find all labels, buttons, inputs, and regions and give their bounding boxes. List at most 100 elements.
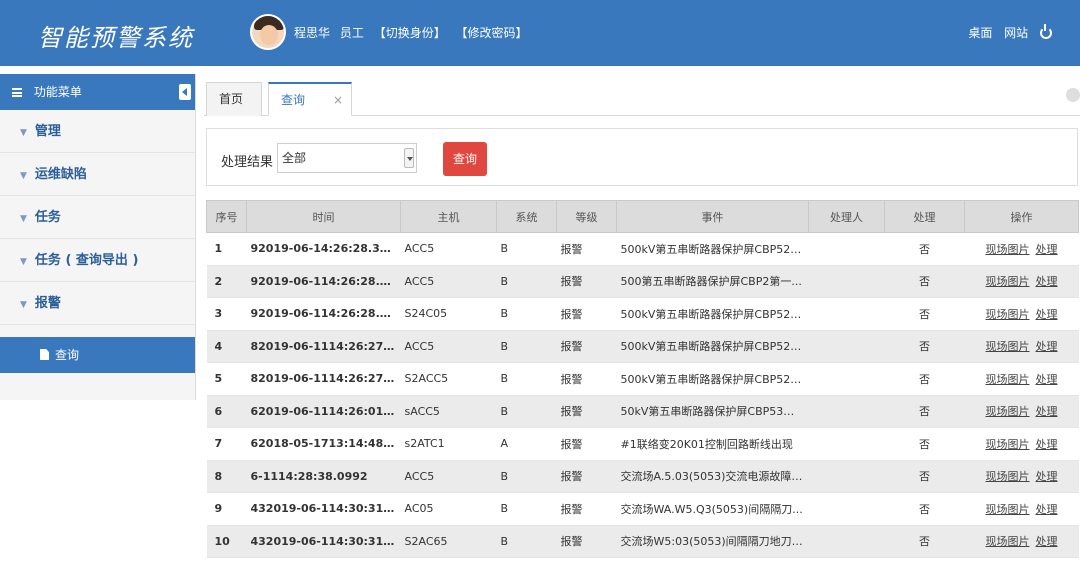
caret-down-icon: ▼ (20, 300, 27, 310)
row-time: 82019-06-1114:26:27.9... (246, 330, 401, 363)
handle-link[interactable]: 处理 (1036, 503, 1058, 516)
app-logo: 智能预警系统 (38, 24, 194, 52)
table-row[interactable]: 2 92019-06-114:26:28.38... ACC5 B 报警 500第五串断路… (206, 265, 1079, 298)
row-event: 500kV第五串断路器保护屏CBP52第... (616, 297, 809, 331)
sidebar-item-label: 运维缺陷 (34, 167, 87, 182)
tab-query[interactable]: 查询 × (268, 82, 352, 116)
site-photo-link[interactable]: 现场图片 (986, 438, 1030, 451)
table-row[interactable]: 6 62019-06-1114:26:01.7... sACC5 B 报警 50kV第五串… (206, 395, 1079, 428)
handle-link[interactable]: 处理 (1036, 340, 1058, 353)
column-header[interactable]: 处理人 (808, 200, 885, 233)
row-number: 4 (206, 330, 247, 363)
sidebar-item-maintenance-defects[interactable]: ▼ 运维缺陷 (0, 153, 195, 196)
site-photo-link[interactable]: 现场图片 (986, 503, 1030, 516)
tab-scroll-button[interactable] (1066, 88, 1080, 102)
sidebar-subitem-label: 查询 (55, 348, 80, 362)
row-number: 6 (206, 395, 247, 428)
tab-label: 首页 (219, 92, 244, 106)
row-system: B (496, 362, 557, 396)
website-link[interactable]: 网站 (1004, 26, 1028, 40)
sidebar-subitem-query[interactable]: 查询 (0, 337, 195, 373)
handle-link[interactable]: 处理 (1036, 373, 1058, 386)
close-icon[interactable]: × (333, 84, 343, 116)
column-header[interactable]: 时间 (246, 200, 401, 233)
table-row[interactable]: 5 82019-06-1114:26:27.9... S2ACC5 B 报警 500kV第… (206, 362, 1079, 396)
tab-home[interactable]: 首页 (206, 82, 262, 116)
row-host: s2ATC1 (400, 427, 497, 461)
row-system: B (496, 460, 557, 493)
column-header[interactable]: 操作 (964, 200, 1079, 233)
site-photo-link[interactable]: 现场图片 (986, 275, 1030, 288)
handle-link[interactable]: 处理 (1036, 438, 1058, 451)
handle-link[interactable]: 处理 (1036, 470, 1058, 483)
row-handler (808, 460, 885, 493)
filter-panel: 处理结果 全部 查询 (206, 128, 1078, 186)
row-handler (808, 297, 885, 331)
table-row[interactable]: 1 92019-06-14:26:28.382... ACC5 B 报警 500kV第五串… (206, 232, 1079, 266)
document-icon (40, 349, 49, 360)
row-system: B (496, 265, 557, 298)
row-handler (808, 525, 885, 558)
site-photo-link[interactable]: 现场图片 (986, 340, 1030, 353)
row-operations: 现场图片 处理 (964, 330, 1079, 363)
site-photo-link[interactable]: 现场图片 (986, 535, 1030, 548)
sidebar-item-tasks-export[interactable]: ▼ 任务 ( 查询导出 ) (0, 239, 195, 282)
tab-label: 查询 (281, 93, 306, 107)
table-row[interactable]: 4 82019-06-1114:26:27.9... ACC5 B 报警 500kV第五串… (206, 330, 1079, 363)
sidebar-item-tasks[interactable]: ▼ 任务 (0, 196, 195, 239)
handle-link[interactable]: 处理 (1036, 243, 1058, 256)
row-event: 交流场A.5.03(5053)交流电源故障出... (616, 460, 809, 493)
row-operations: 现场图片 处理 (964, 525, 1079, 558)
row-system: B (496, 492, 557, 526)
query-button[interactable]: 查询 (443, 142, 487, 176)
column-header[interactable]: 系统 (496, 200, 557, 233)
table-row[interactable]: 3 92019-06-114:26:28.382 S24C05 B 报警 500kV第五串… (206, 297, 1079, 331)
sidebar-item-label: 任务 (34, 210, 61, 225)
row-operations: 现场图片 处理 (964, 395, 1079, 428)
sidebar-item-alarms[interactable]: ▼ 报警 (0, 282, 195, 325)
site-photo-link[interactable]: 现场图片 (986, 373, 1030, 386)
top-header: 智能预警系统 程思华 员工 【切换身份】 【修改密码】 桌面 网站 (0, 0, 1080, 66)
table-row[interactable]: 7 62018-05-1713:14:48.18 s2ATC1 A 报警 #1联络变20K… (206, 427, 1079, 461)
column-header[interactable]: 处理 (884, 200, 965, 233)
avatar[interactable] (250, 14, 286, 50)
row-time: 92019-06-114:26:28.382 (246, 297, 401, 331)
result-select[interactable]: 全部 (277, 143, 417, 173)
row-operations: 现场图片 处理 (964, 427, 1079, 461)
handle-link[interactable]: 处理 (1036, 535, 1058, 548)
column-header[interactable]: 等级 (556, 200, 617, 233)
caret-down-icon: ▼ (20, 171, 27, 181)
table-row[interactable]: 9 432019-06-114:30:31.7... AC05 B 报警 交流场WA.W5… (206, 492, 1079, 526)
row-time: 432019-06-114:30:31.7... (246, 492, 401, 526)
collapse-icon[interactable] (179, 84, 191, 100)
change-password-link[interactable]: 【修改密码】 (456, 26, 528, 40)
power-icon[interactable] (1040, 24, 1052, 39)
site-photo-link[interactable]: 现场图片 (986, 243, 1030, 256)
column-header[interactable]: 序号 (206, 200, 247, 233)
site-photo-link[interactable]: 现场图片 (986, 405, 1030, 418)
row-event: 500kV第五串断路器保护屏CBP52第... (616, 330, 809, 363)
site-photo-link[interactable]: 现场图片 (986, 470, 1030, 483)
switch-identity-link[interactable]: 【切换身份】 (374, 26, 446, 40)
row-number: 3 (206, 297, 247, 331)
row-handler (808, 330, 885, 363)
row-operations: 现场图片 处理 (964, 492, 1079, 526)
results-table: 序号 时间 主机 系统 等级 事件 处理人 处理 操作 1 92019-06-14… (206, 200, 1079, 558)
column-header[interactable]: 事件 (616, 200, 809, 233)
handle-link[interactable]: 处理 (1036, 308, 1058, 321)
desktop-link[interactable]: 桌面 (968, 26, 992, 40)
user-name: 程思华 (294, 26, 331, 40)
filter-label: 处理结果 (221, 155, 274, 170)
column-header[interactable]: 主机 (400, 200, 497, 233)
table-row[interactable]: 10 432019-06-114:30:31.7... S2AC65 B 报警 交流场W5… (206, 525, 1079, 558)
sidebar-item-manage[interactable]: ▼ 管理 (0, 110, 195, 153)
table-row[interactable]: 8 6-1114:28:38.0992 ACC5 B 报警 交流场A.5.03(5053)… (206, 460, 1079, 493)
site-photo-link[interactable]: 现场图片 (986, 308, 1030, 321)
handle-link[interactable]: 处理 (1036, 405, 1058, 418)
sidebar: 功能菜单 ▼ 管理 ▼ 运维缺陷 ▼ 任务 ▼ 任务 ( 查询导出 ) ▼ 报警 查询 (0, 74, 196, 400)
row-system: B (496, 297, 557, 331)
row-handled: 否 (884, 232, 965, 266)
select-arrow-icon (404, 148, 414, 168)
row-event: 交流场WA.W5.Q3(5053)间隔隔刀... (616, 492, 809, 526)
handle-link[interactable]: 处理 (1036, 275, 1058, 288)
